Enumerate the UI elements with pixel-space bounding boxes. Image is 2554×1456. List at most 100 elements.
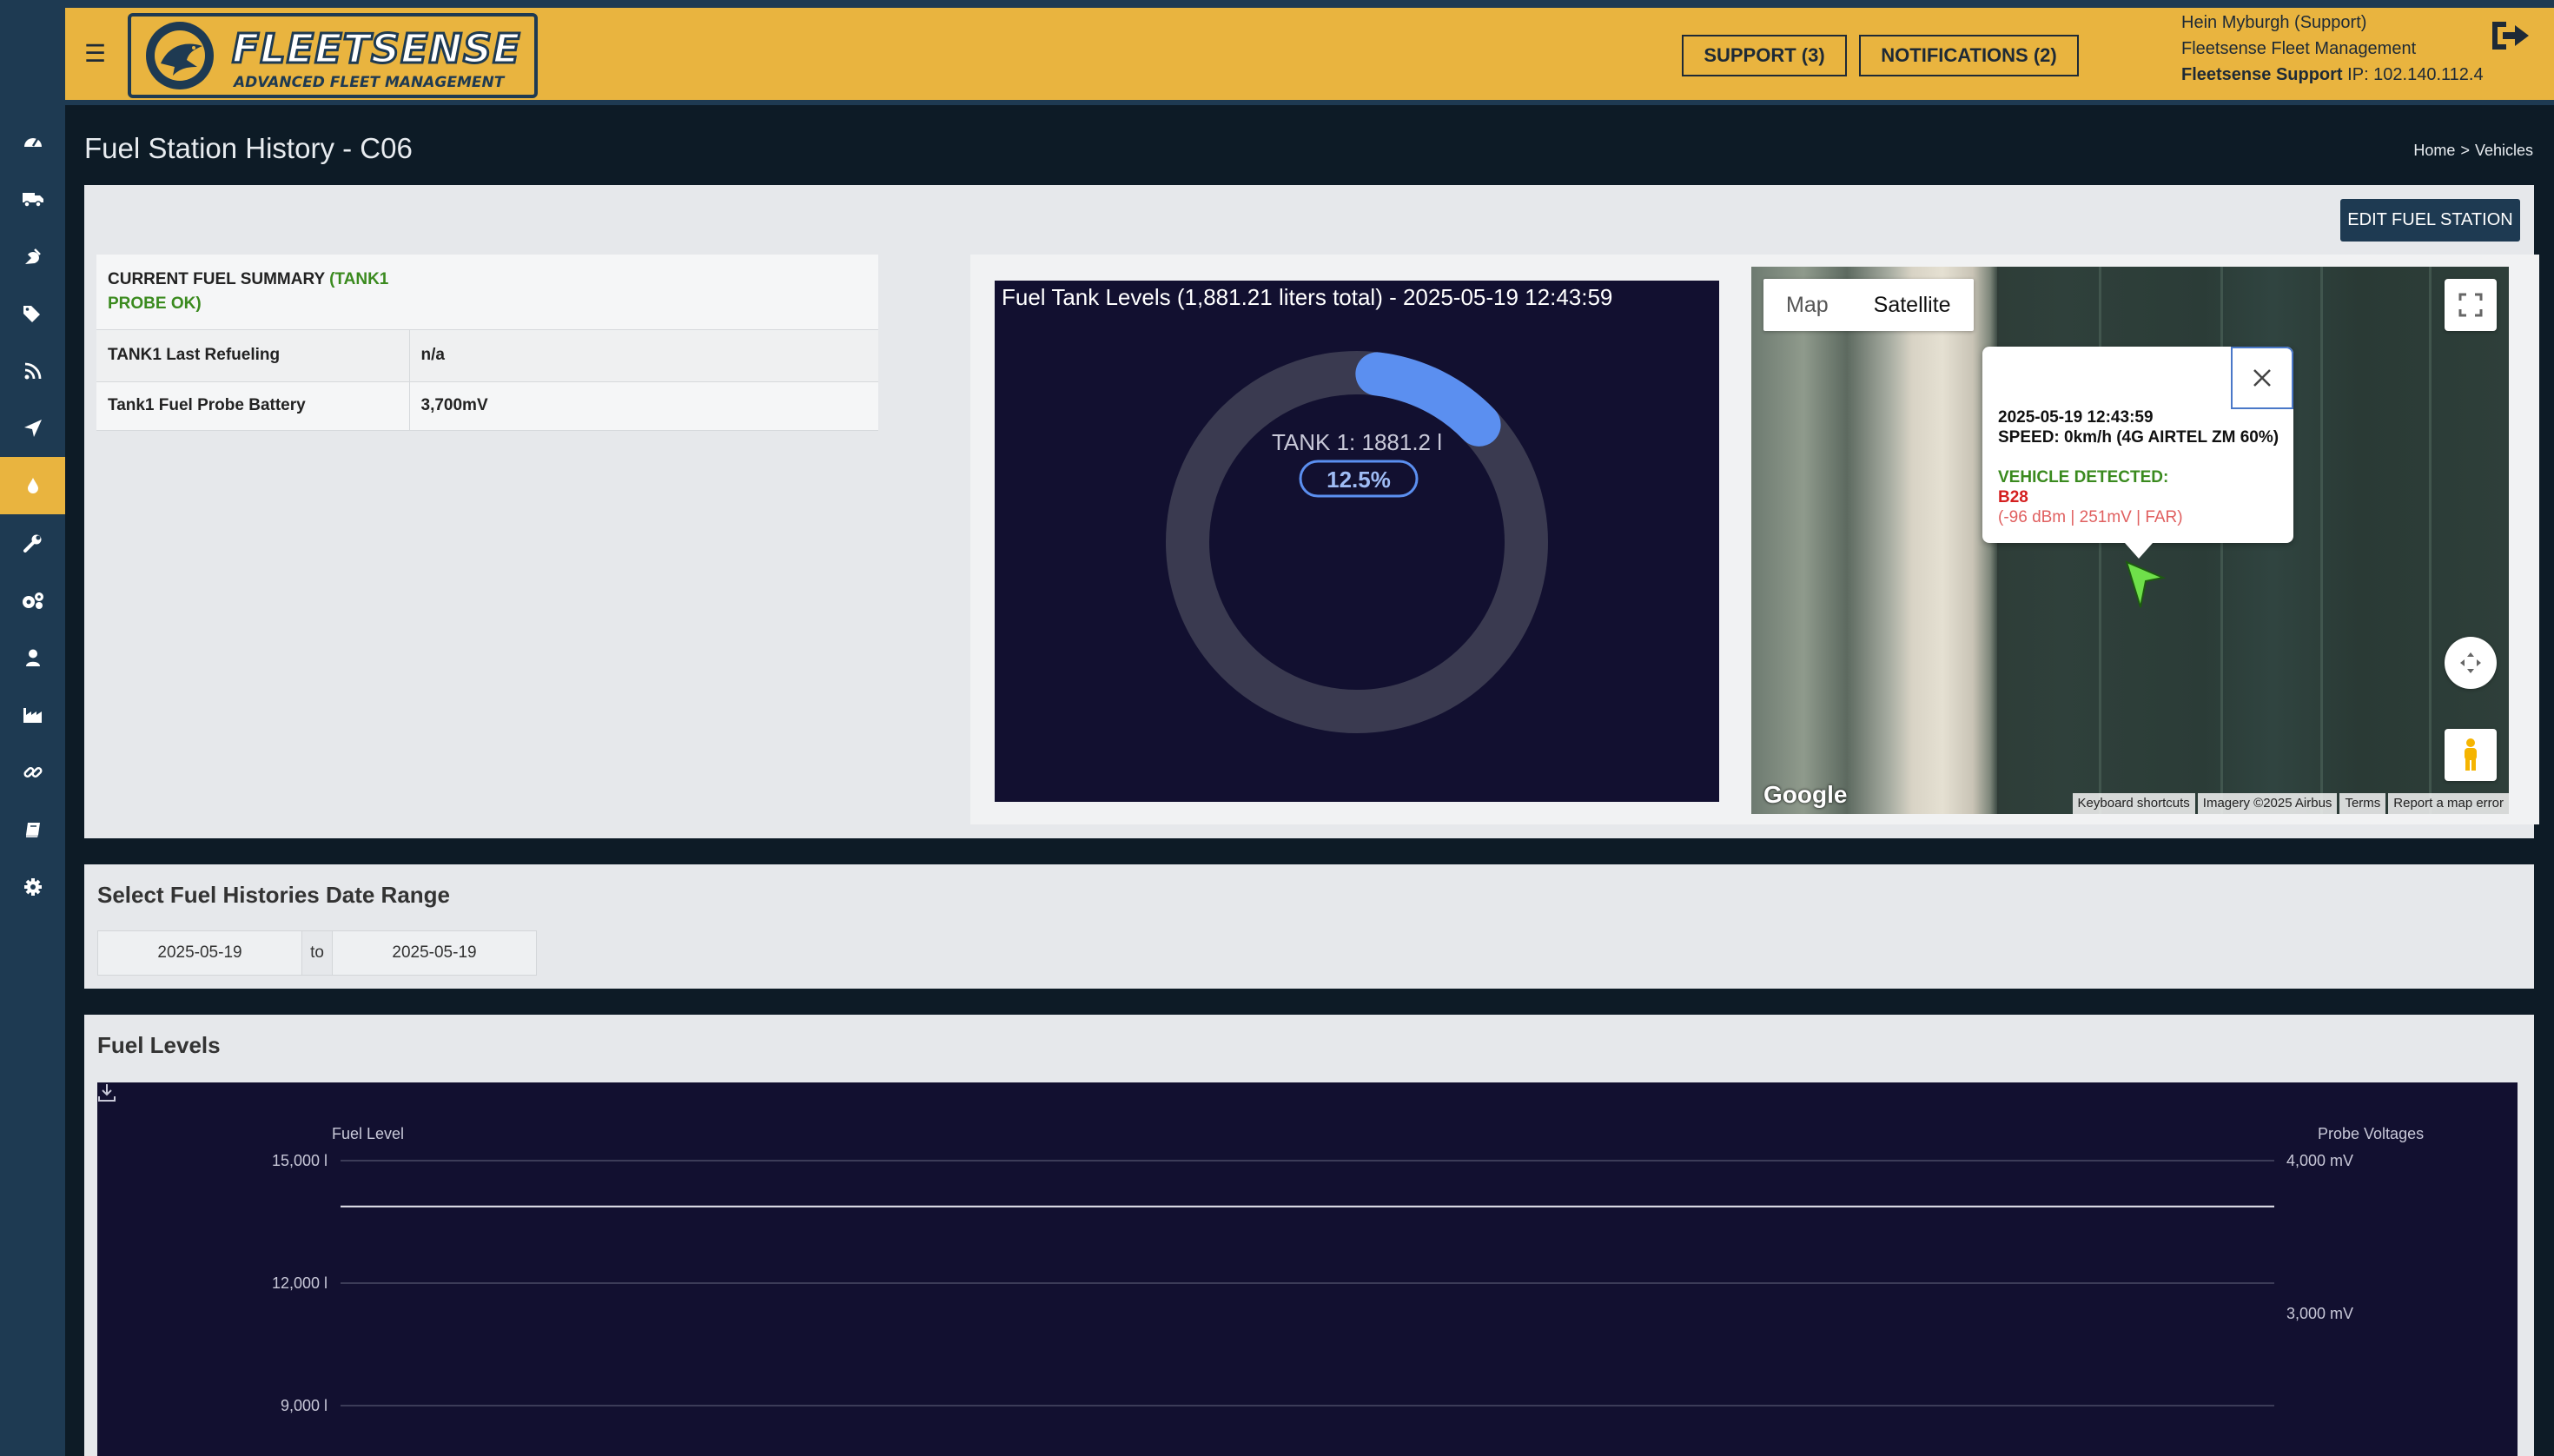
- last-refueling-value: n/a: [409, 329, 878, 382]
- summary-heading: CURRENT FUEL SUMMARY: [108, 269, 330, 288]
- breadcrumb-vehicles-link[interactable]: Vehicles: [2475, 142, 2533, 159]
- top-header: ☰ FLEETSENSE ADVANCED FLEET MANAGEMENT S…: [65, 8, 2554, 105]
- fuel-station-panel: EDIT FUEL STATION CURRENT FUEL SUMMARY (…: [84, 185, 2539, 838]
- rss-icon[interactable]: [0, 342, 65, 400]
- map-tab[interactable]: Map: [1763, 279, 1851, 331]
- y-tick-label: 9,000 l: [281, 1397, 328, 1414]
- report-map-error-link[interactable]: Report a map error: [2388, 793, 2509, 814]
- dashboard-icon[interactable]: [0, 113, 65, 170]
- fullscreen-icon: [2458, 293, 2483, 317]
- vehicle-marker-icon[interactable]: [2123, 560, 2167, 609]
- breadcrumb: Home > Vehicles: [2413, 142, 2533, 160]
- gauge-title: Fuel Tank Levels (1,881.21 liters total)…: [1002, 284, 1612, 310]
- user-info: Hein Myburgh (Support) Fleetsense Fleet …: [2181, 10, 2484, 88]
- hamburger-menu-icon[interactable]: ☰: [84, 39, 106, 68]
- link-icon[interactable]: [0, 744, 65, 801]
- fuel-levels-svg: Fuel Level Probe Voltages 15,000 l 12,000…: [272, 1125, 2424, 1414]
- notifications-button[interactable]: NOTIFICATIONS (2): [1859, 35, 2079, 76]
- date-to-input[interactable]: 2025-05-19: [332, 930, 537, 976]
- fuel-summary-table: CURRENT FUEL SUMMARY (TANK1 PROBE OK) TA…: [96, 255, 878, 431]
- percent-label: 12.5%: [1327, 467, 1391, 493]
- download-icon[interactable]: [97, 1082, 116, 1103]
- satellite-tab[interactable]: Satellite: [1851, 279, 1974, 331]
- cogs-icon[interactable]: [0, 572, 65, 629]
- info-timestamp: 2025-05-19 12:43:59: [1998, 408, 2154, 427]
- user-name: Hein Myburgh (Support): [2181, 13, 2367, 32]
- breadcrumb-separator: >: [2460, 142, 2470, 159]
- book-icon[interactable]: [0, 801, 65, 858]
- fuel-gauge-chart: Fuel Tank Levels (1,881.21 liters total)…: [995, 281, 1719, 802]
- gauge-fill-arc: [1355, 352, 1501, 447]
- info-detected: VEHICLE DETECTED:: [1998, 468, 2169, 486]
- google-attribution: Google: [1763, 781, 1848, 808]
- date-from-input[interactable]: 2025-05-19: [97, 930, 302, 976]
- fullscreen-button[interactable]: [2445, 279, 2497, 331]
- user-role-line: Fleetsense Support IP: 102.140.112.4: [2181, 62, 2484, 88]
- y2-tick-label: 4,000 mV: [2286, 1152, 2353, 1169]
- fuel-levels-panel: Fuel Levels Fuel Level Probe Voltages 15…: [84, 1015, 2534, 1456]
- gauge-svg: Fuel Tank Levels (1,881.21 liters total)…: [1002, 284, 1612, 733]
- summary-heading-wrap: CURRENT FUEL SUMMARY (TANK1 PROBE OK): [108, 268, 394, 316]
- map-type-toggle: Map Satellite: [1763, 279, 1974, 331]
- company-name: Fleetsense Fleet Management: [2181, 39, 2417, 58]
- date-to-label: to: [302, 930, 332, 976]
- info-signal: (-96 dBm | 251mV | FAR): [1998, 508, 2183, 526]
- fuel-levels-title: Fuel Levels: [97, 1032, 221, 1058]
- close-icon: [2253, 369, 2271, 387]
- logout-icon[interactable]: [2489, 17, 2532, 55]
- vehicle-info-window: 2025-05-19 12:43:59 SPEED: 0km/h (4G AIR…: [1982, 347, 2293, 559]
- field-streak: [2320, 267, 2323, 814]
- close-infowindow-button[interactable]: [2231, 347, 2293, 409]
- info-text: 2025-05-19 12:43:59 SPEED: 0km/h (4G AIR…: [1998, 407, 2279, 527]
- street-view-pegman[interactable]: [2445, 729, 2497, 781]
- y-tick-label: 12,000 l: [272, 1274, 328, 1292]
- brand-name: FLEETSENSE: [231, 24, 522, 74]
- satellite-map[interactable]: Map Satellite 2025-05-19 12:43:59 SPEED:…: [1751, 267, 2509, 814]
- industry-chart-icon[interactable]: [0, 686, 65, 744]
- probe-battery-value: 3,700mV: [409, 381, 878, 431]
- pan-arrows-icon: [2460, 652, 2481, 673]
- keyboard-shortcuts-link[interactable]: Keyboard shortcuts: [2072, 793, 2195, 814]
- gear-icon[interactable]: [0, 858, 65, 916]
- support-button[interactable]: SUPPORT (3): [1682, 35, 1847, 76]
- fleetsense-logo[interactable]: FLEETSENSE ADVANCED FLEET MANAGEMENT: [128, 13, 538, 98]
- breadcrumb-home-link[interactable]: Home: [2413, 142, 2455, 159]
- top-border: [0, 0, 2554, 8]
- info-vehicle: B28: [1998, 488, 2028, 506]
- pegman-icon: [2465, 738, 2477, 771]
- truck-icon[interactable]: [0, 170, 65, 228]
- date-range-title: Select Fuel Histories Date Range: [97, 882, 451, 908]
- chart-marks: 15,000 l 12,000 l 9,000 l 4,000 mV 3,000 mV: [272, 1152, 2353, 1414]
- ip-address: IP: 102.140.112.4: [2342, 65, 2484, 84]
- info-speed: SPEED: 0km/h (4G AIRTEL ZM 60%): [1998, 428, 2279, 447]
- tank-label: TANK 1: 1881.2 l: [1272, 429, 1442, 455]
- y-axis-title: Fuel Level: [332, 1125, 404, 1142]
- eagle-emblem-icon: [146, 22, 214, 89]
- camera-control-button[interactable]: [2445, 637, 2497, 689]
- date-range-panel: Select Fuel Histories Date Range 2025-05…: [84, 864, 2534, 989]
- field-streak: [2429, 267, 2432, 814]
- edit-fuel-station-button[interactable]: EDIT FUEL STATION: [2340, 199, 2520, 242]
- map-card: Map Satellite 2025-05-19 12:43:59 SPEED:…: [1740, 255, 2539, 824]
- y-tick-label: 15,000 l: [272, 1152, 328, 1169]
- map-footer: Keyboard shortcuts Imagery ©2025 Airbus …: [2070, 793, 2509, 814]
- tags-icon[interactable]: [0, 285, 65, 342]
- wrench-icon[interactable]: [0, 514, 65, 572]
- imagery-credit: Imagery ©2025 Airbus: [2197, 793, 2338, 814]
- brand-tagline: ADVANCED FLEET MANAGEMENT: [234, 74, 505, 91]
- left-navigation: [0, 0, 65, 1456]
- user-icon[interactable]: [0, 629, 65, 686]
- summary-heading-cell: CURRENT FUEL SUMMARY (TANK1 PROBE OK): [96, 255, 878, 330]
- y2-tick-label: 3,000 mV: [2286, 1305, 2353, 1322]
- fuel-levels-chart: Fuel Level Probe Voltages 15,000 l 12,000…: [97, 1082, 2518, 1456]
- location-arrow-icon[interactable]: [0, 400, 65, 457]
- fuel-drop-icon[interactable]: [0, 457, 65, 514]
- terms-link[interactable]: Terms: [2339, 793, 2386, 814]
- last-refueling-label: TANK1 Last Refueling: [96, 329, 410, 382]
- fuel-gauge-card: Fuel Tank Levels (1,881.21 liters total)…: [970, 255, 1752, 824]
- page-title: Fuel Station History - C06: [84, 132, 413, 164]
- y2-axis-title: Probe Voltages: [2318, 1125, 2424, 1142]
- user-role: Fleetsense Support: [2181, 65, 2343, 84]
- satellite-dish-icon[interactable]: [0, 228, 65, 285]
